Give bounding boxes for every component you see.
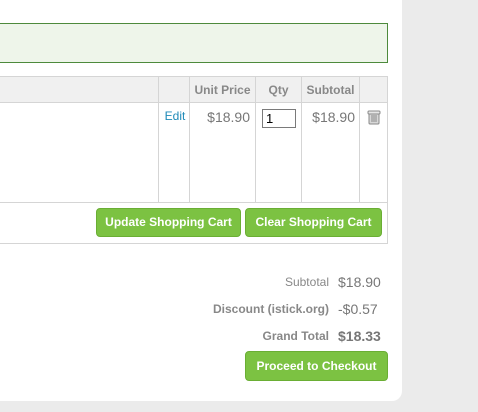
item-unit-price: $18.90	[207, 109, 250, 125]
header-unit-price: Unit Price	[194, 83, 251, 97]
proceed-to-checkout-button[interactable]: Proceed to Checkout	[245, 351, 388, 381]
qty-input[interactable]	[262, 109, 296, 128]
header-subtotal: Subtotal	[306, 83, 355, 97]
cart-table: Unit Price Qty Subtotal Edit $18.90 $18.…	[0, 76, 388, 244]
column-divider	[359, 77, 360, 203]
grand-total-value: $18.33	[338, 328, 381, 344]
header-qty: Qty	[268, 83, 289, 97]
subtotal-label: Subtotal	[284, 275, 329, 289]
edit-item-link[interactable]: Edit	[164, 109, 186, 123]
message-box	[0, 23, 388, 63]
cart-footer-divider	[0, 202, 387, 203]
cart-page: Unit Price Qty Subtotal Edit $18.90 $18.…	[0, 0, 402, 401]
clear-cart-button[interactable]: Clear Shopping Cart	[245, 208, 382, 237]
discount-value: -$0.57	[338, 301, 378, 317]
column-divider	[158, 77, 159, 203]
subtotal-value: $18.90	[338, 274, 381, 290]
update-cart-button[interactable]: Update Shopping Cart	[96, 208, 241, 237]
trash-icon[interactable]	[366, 109, 382, 130]
grand-total-label: Grand Total	[262, 329, 329, 343]
item-subtotal: $18.90	[312, 109, 355, 125]
discount-label: Discount (istick.org)	[212, 302, 329, 316]
